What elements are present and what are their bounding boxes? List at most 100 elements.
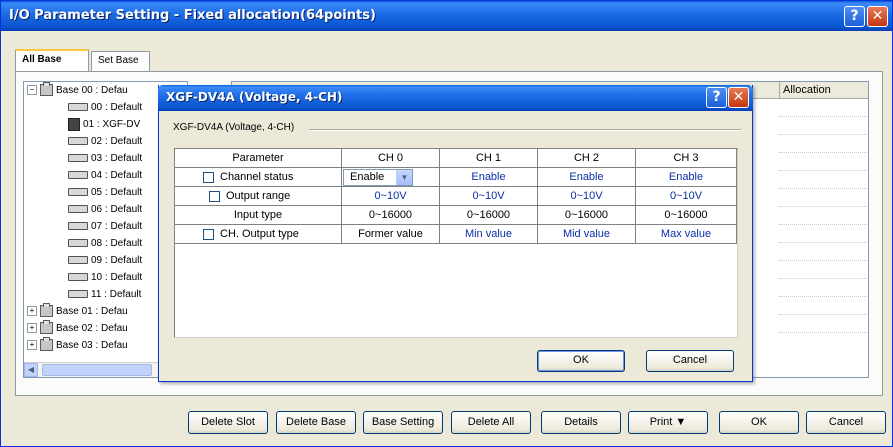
param-label: Output range xyxy=(226,190,291,202)
tree-item-label: 07 : Default xyxy=(91,221,143,232)
slot-icon xyxy=(68,222,88,231)
grid-row-line xyxy=(779,296,868,298)
ch1-input-type-cell: 0~16000 xyxy=(440,206,538,225)
tree-item-slot-07[interactable]: 07 : Default xyxy=(68,219,142,235)
collapse-icon[interactable]: − xyxy=(27,85,37,96)
ch3-output-range-cell[interactable]: 0~10V xyxy=(636,187,737,206)
window-title: I/O Parameter Setting - Fixed allocation… xyxy=(9,8,376,23)
slot-icon xyxy=(68,137,88,146)
tree-item-label: 04 : Default xyxy=(91,170,143,181)
slot-icon xyxy=(68,256,88,265)
tab-set-base[interactable]: Set Base xyxy=(91,51,150,71)
ch3-input-type-cell: 0~16000 xyxy=(636,206,737,225)
tree-item-base-02[interactable]: + Base 02 : Defau xyxy=(27,320,128,337)
ch1-output-type-cell[interactable]: Min value xyxy=(440,225,538,244)
channel-status-checkbox[interactable] xyxy=(203,171,214,183)
tree-item-label: 09 : Default xyxy=(91,255,143,266)
dialog-close-icon[interactable]: ✕ xyxy=(728,87,749,108)
param-output-range[interactable]: Output range xyxy=(175,187,342,206)
ch-output-type-checkbox[interactable] xyxy=(203,228,214,240)
ch0-channel-status-select[interactable]: Enable ▼ xyxy=(343,169,413,186)
ch0-output-type-cell[interactable]: Former value xyxy=(342,225,440,244)
tree-item-label: Base 03 : Defau xyxy=(56,340,128,351)
grid-row-line xyxy=(779,206,868,208)
chevron-down-icon[interactable]: ▼ xyxy=(396,170,412,185)
tree-item-label: 01 : XGF-DV xyxy=(83,119,141,130)
tree-item-slot-03[interactable]: 03 : Default xyxy=(68,151,142,167)
tree-item-label: 10 : Default xyxy=(91,272,143,283)
tree-item-base-03[interactable]: + Base 03 : Defau xyxy=(27,337,128,354)
base-icon xyxy=(40,337,53,352)
column-header-ch1: CH 1 xyxy=(440,149,538,168)
output-range-checkbox[interactable] xyxy=(209,190,220,202)
tree-item-slot-04[interactable]: 04 : Default xyxy=(68,168,142,184)
tree-item-base-00[interactable]: − Base 00 : Defau xyxy=(27,82,128,99)
grid-row-line xyxy=(779,170,868,172)
ch3-output-type-cell[interactable]: Max value xyxy=(636,225,737,244)
tab-all-base[interactable]: All Base xyxy=(15,49,89,71)
grid-row-line xyxy=(779,314,868,316)
window-titlebar[interactable]: I/O Parameter Setting - Fixed allocation… xyxy=(1,1,892,31)
ch1-output-range-cell[interactable]: 0~10V xyxy=(440,187,538,206)
base-setting-button[interactable]: Base Setting xyxy=(363,411,443,434)
ch0-output-range-cell[interactable]: 0~10V xyxy=(342,187,440,206)
dialog-ok-button[interactable]: OK xyxy=(537,350,625,372)
tree-item-base-01[interactable]: + Base 01 : Defau xyxy=(27,303,128,320)
module-parameter-dialog: XGF-DV4A (Voltage, 4-CH) ? ✕ XGF-DV4A (V… xyxy=(158,85,753,382)
tree-item-label: 00 : Default xyxy=(91,102,143,113)
ch0-input-type-cell: 0~16000 xyxy=(342,206,440,225)
delete-slot-button[interactable]: Delete Slot xyxy=(188,411,268,434)
param-channel-status[interactable]: Channel status xyxy=(175,168,342,187)
param-ch-output-type[interactable]: CH. Output type xyxy=(175,225,342,244)
grid-row-line xyxy=(779,188,868,190)
delete-all-button[interactable]: Delete All xyxy=(451,411,531,434)
dialog-titlebar[interactable]: XGF-DV4A (Voltage, 4-CH) ? ✕ xyxy=(158,85,753,111)
grid-row-line xyxy=(779,152,868,154)
tree-item-label: Base 01 : Defau xyxy=(56,306,128,317)
details-button[interactable]: Details xyxy=(541,411,621,434)
help-icon[interactable]: ? xyxy=(844,6,865,27)
ch2-output-type-cell[interactable]: Mid value xyxy=(538,225,636,244)
base-icon xyxy=(40,303,53,318)
select-value: Enable xyxy=(350,171,385,183)
ch1-channel-status-cell[interactable]: Enable xyxy=(440,168,538,187)
tree-item-slot-05[interactable]: 05 : Default xyxy=(68,185,142,201)
tree-item-slot-01[interactable]: 01 : XGF-DV xyxy=(68,117,140,133)
expand-icon[interactable]: + xyxy=(27,306,37,317)
close-icon[interactable]: ✕ xyxy=(867,6,888,27)
delete-base-button[interactable]: Delete Base xyxy=(276,411,356,434)
tree-item-slot-10[interactable]: 10 : Default xyxy=(68,270,142,286)
tree-item-slot-11[interactable]: 11 : Default xyxy=(68,287,141,303)
tree-item-slot-06[interactable]: 06 : Default xyxy=(68,202,142,218)
grid-row-line xyxy=(779,260,868,262)
grid-row-line xyxy=(779,116,868,118)
scroll-left-icon[interactable]: ◀ xyxy=(24,363,38,377)
expand-icon[interactable]: + xyxy=(27,323,37,334)
scrollbar-thumb[interactable] xyxy=(42,364,152,376)
ch3-channel-status-cell[interactable]: Enable xyxy=(636,168,737,187)
grid-row-line xyxy=(779,134,868,136)
base-icon xyxy=(40,82,53,97)
ch0-channel-status-cell[interactable]: Enable ▼ xyxy=(342,168,440,187)
print-button[interactable]: Print ▼ xyxy=(628,411,708,434)
cancel-button[interactable]: Cancel xyxy=(806,411,886,434)
column-header-ch3: CH 3 xyxy=(636,149,737,168)
tree-item-slot-08[interactable]: 08 : Default xyxy=(68,236,142,252)
ok-button[interactable]: OK xyxy=(719,411,799,434)
tree-item-slot-09[interactable]: 09 : Default xyxy=(68,253,142,269)
allocation-column-header[interactable]: Allocation xyxy=(779,82,867,98)
dialog-help-icon[interactable]: ? xyxy=(706,87,727,108)
dialog-title: XGF-DV4A (Voltage, 4-CH) xyxy=(166,90,343,104)
ch2-output-range-cell[interactable]: 0~10V xyxy=(538,187,636,206)
dialog-cancel-button[interactable]: Cancel xyxy=(646,350,734,372)
param-input-type: Input type xyxy=(175,206,342,225)
base-icon xyxy=(40,320,53,335)
tree-item-slot-02[interactable]: 02 : Default xyxy=(68,134,142,150)
expand-icon[interactable]: + xyxy=(27,340,37,351)
tree-item-slot-00[interactable]: 00 : Default xyxy=(68,100,142,116)
tree-item-label: Base 00 : Defau xyxy=(56,85,128,96)
param-label: Channel status xyxy=(220,171,294,183)
param-label: CH. Output type xyxy=(220,228,299,240)
ch2-channel-status-cell[interactable]: Enable xyxy=(538,168,636,187)
slot-icon xyxy=(68,188,88,197)
